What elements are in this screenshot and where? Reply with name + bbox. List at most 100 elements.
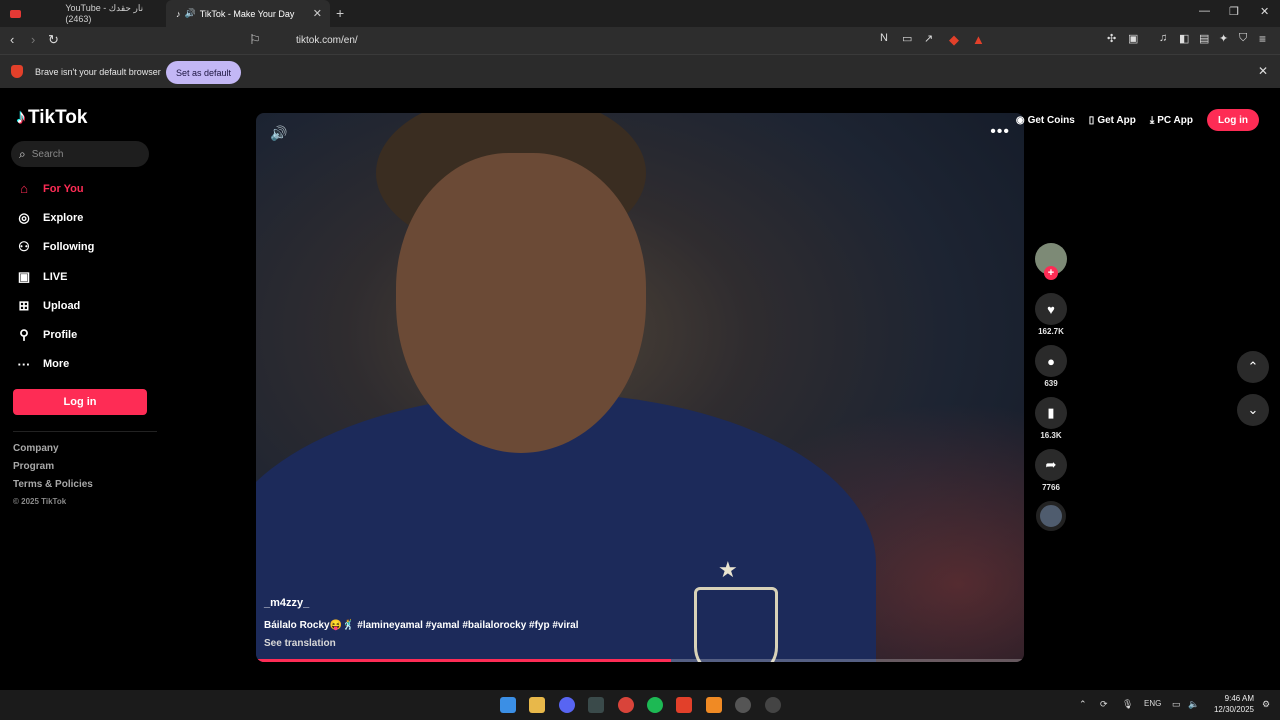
get-app-link[interactable]: ▯ Get App <box>1089 115 1136 126</box>
nav-item-explore[interactable]: ◎ Explore <box>16 203 94 232</box>
chrome-icon[interactable] <box>618 697 634 713</box>
forward-button[interactable]: › <box>31 32 35 47</box>
capture-icon[interactable] <box>765 697 781 713</box>
minimize-button[interactable]: — <box>1199 5 1210 17</box>
get-coins-link[interactable]: ◉ Get Coins <box>1016 115 1075 126</box>
browser-toolbar: ‹ › ↻ ⚐ tiktok.com/en/ N ▭ ↗ ◆ ▲ ✣ ▣ ♫ ◧… <box>0 27 1280 54</box>
media-icon[interactable]: ♫ <box>1159 32 1167 44</box>
footer-link-terms[interactable]: Terms & Policies <box>13 479 93 497</box>
brave-rewards-icon[interactable]: ▲ <box>972 32 985 47</box>
nav-label: Upload <box>43 299 81 312</box>
footer-links: Company Program Terms & Policies © 2025 … <box>13 443 93 515</box>
tab-search-icon[interactable]: ▣ <box>1128 32 1138 45</box>
nav-item-profile[interactable]: ⚲ Profile <box>16 320 94 349</box>
video-caption[interactable]: Báilalo Rocky😝🕺 #lamineyamal #yamal #bai… <box>264 620 579 631</box>
back-button[interactable]: ‹ <box>10 32 14 47</box>
brave-logo-icon <box>11 65 23 78</box>
footer-link-company[interactable]: Company <box>13 443 93 461</box>
compass-icon: ◎ <box>18 209 30 225</box>
follow-plus-icon[interactable]: + <box>1044 266 1058 280</box>
profile-icon: ⚲ <box>19 327 29 343</box>
next-video-button[interactable]: ⌄ <box>1237 394 1269 426</box>
spotify-icon[interactable] <box>647 697 663 713</box>
video-progress-bar[interactable] <box>256 659 1024 662</box>
extensions-icon[interactable]: ✣ <box>1107 32 1116 45</box>
share-button[interactable]: ➦ <box>1035 449 1067 481</box>
reload-button[interactable]: ↻ <box>48 32 59 48</box>
video-author[interactable]: _m4zzy_ <box>264 597 309 609</box>
share-icon[interactable]: ↗ <box>924 32 933 45</box>
video-player[interactable]: ★ 🔊 ••• _m4zzy_ Báilalo Rocky😝🕺 #laminey… <box>256 113 1024 662</box>
start-icon[interactable] <box>500 697 516 713</box>
microphone-icon[interactable]: 🎙 <box>1122 699 1133 710</box>
leo-ai-icon[interactable]: ✦ <box>1219 32 1228 45</box>
like-button[interactable]: ♥ <box>1035 293 1067 325</box>
cast-icon[interactable]: ▭ <box>902 32 912 45</box>
set-as-default-button[interactable]: Set as default <box>166 61 241 84</box>
sidebar-login-button[interactable]: Log in <box>13 389 147 415</box>
nav-item-live[interactable]: ▣ LIVE <box>16 262 94 291</box>
discord-icon[interactable] <box>559 697 575 713</box>
nav-label: Profile <box>43 329 78 342</box>
header-login-button[interactable]: Log in <box>1207 109 1259 131</box>
new-tab-button[interactable]: + <box>336 5 344 21</box>
notifications-icon[interactable]: ⚙ <box>1262 699 1270 710</box>
more-options-icon[interactable]: ••• <box>990 123 1010 141</box>
system-clock[interactable]: 9:46 AM 12/30/2025 <box>1206 693 1254 715</box>
search-input[interactable]: ⌕ Search <box>11 141 149 167</box>
volume-icon[interactable]: 🔊 <box>270 125 287 142</box>
nav-label: Following <box>43 241 95 254</box>
sidebar-nav: ⌂ For You ◎ Explore ⚇ Following ▣ LIVE ⊞… <box>16 174 95 379</box>
language-indicator[interactable]: ENG <box>1144 699 1161 708</box>
save-button[interactable]: ▮ <box>1035 397 1067 429</box>
comment-count: 639 <box>1044 379 1058 388</box>
close-infobar-icon[interactable]: ✕ <box>1258 64 1268 78</box>
wallet-icon[interactable]: ▤ <box>1199 32 1209 45</box>
sync-icon[interactable]: ⟳ <box>1100 699 1108 710</box>
tab-tiktok[interactable]: ♪ 🔊 TikTok - Make Your Day ✕ <box>166 0 330 27</box>
terminal-icon[interactable] <box>588 697 604 713</box>
close-tab-icon[interactable]: ✕ <box>313 7 322 20</box>
previous-video-button[interactable]: ⌃ <box>1237 351 1269 383</box>
share-arrow-icon: ➦ <box>1045 457 1057 472</box>
network-icon[interactable]: ▭ <box>1172 699 1181 710</box>
steam-icon[interactable] <box>735 697 751 713</box>
file-explorer-icon[interactable] <box>529 697 545 713</box>
menu-icon[interactable]: ≡ <box>1259 32 1266 46</box>
tray-overflow-icon[interactable]: ⌃ <box>1079 699 1087 710</box>
tiktok-note-icon: ♪ <box>16 106 26 128</box>
footer-link-program[interactable]: Program <box>13 461 93 479</box>
pc-app-link[interactable]: ⤓ PC App <box>1150 115 1193 126</box>
comment-icon: ● <box>1047 353 1055 369</box>
nav-item-upload[interactable]: ⊞ Upload <box>16 291 94 320</box>
heart-icon: ♥ <box>1047 301 1055 317</box>
music-disc[interactable] <box>1036 501 1066 531</box>
video-actions: + ♥ 162.7K ● 639 ▮ 16.3K ➦ 7766 <box>1034 243 1068 531</box>
vpn-icon[interactable]: ⛉ <box>1239 32 1247 45</box>
video-frame-face <box>396 153 646 453</box>
nav-item-following[interactable]: ⚇ Following <box>16 233 94 262</box>
speaker-icon[interactable]: 🔊 <box>185 8 196 19</box>
tiktok-logo[interactable]: ♪ TikTok <box>16 106 87 129</box>
author-avatar[interactable]: + <box>1035 243 1067 280</box>
nav-item-more[interactable]: ··· More <box>16 350 94 379</box>
brave-taskbar-icon[interactable] <box>676 697 692 713</box>
brave-shields-icon[interactable]: ◆ <box>949 32 959 48</box>
volume-tray-icon[interactable]: 🔈 <box>1188 699 1199 710</box>
close-window-button[interactable]: ✕ <box>1260 5 1269 18</box>
clock-date: 12/30/2025 <box>1213 705 1254 714</box>
sidebar-icon[interactable]: ◧ <box>1179 32 1189 45</box>
address-bar[interactable]: tiktok.com/en/ <box>244 30 990 51</box>
restore-button[interactable]: ❐ <box>1229 5 1239 18</box>
translate-icon[interactable]: N <box>880 32 888 44</box>
nav-label: For You <box>43 182 84 195</box>
see-translation-link[interactable]: See translation <box>264 638 336 649</box>
comment-button[interactable]: ● <box>1035 345 1067 377</box>
pc-app-label: PC App <box>1157 114 1193 126</box>
nav-label: LIVE <box>43 270 68 283</box>
tiktok-page: ♪ TikTok ⌕ Search ⌂ For You ◎ Explore ⚇ … <box>0 88 1280 690</box>
app-icon[interactable] <box>706 697 722 713</box>
tab-youtube[interactable]: YouTube - نار حقدك (2463) <box>0 0 166 27</box>
copyright-text: © 2025 TikTok <box>13 497 67 506</box>
nav-item-for-you[interactable]: ⌂ For You <box>16 174 94 203</box>
